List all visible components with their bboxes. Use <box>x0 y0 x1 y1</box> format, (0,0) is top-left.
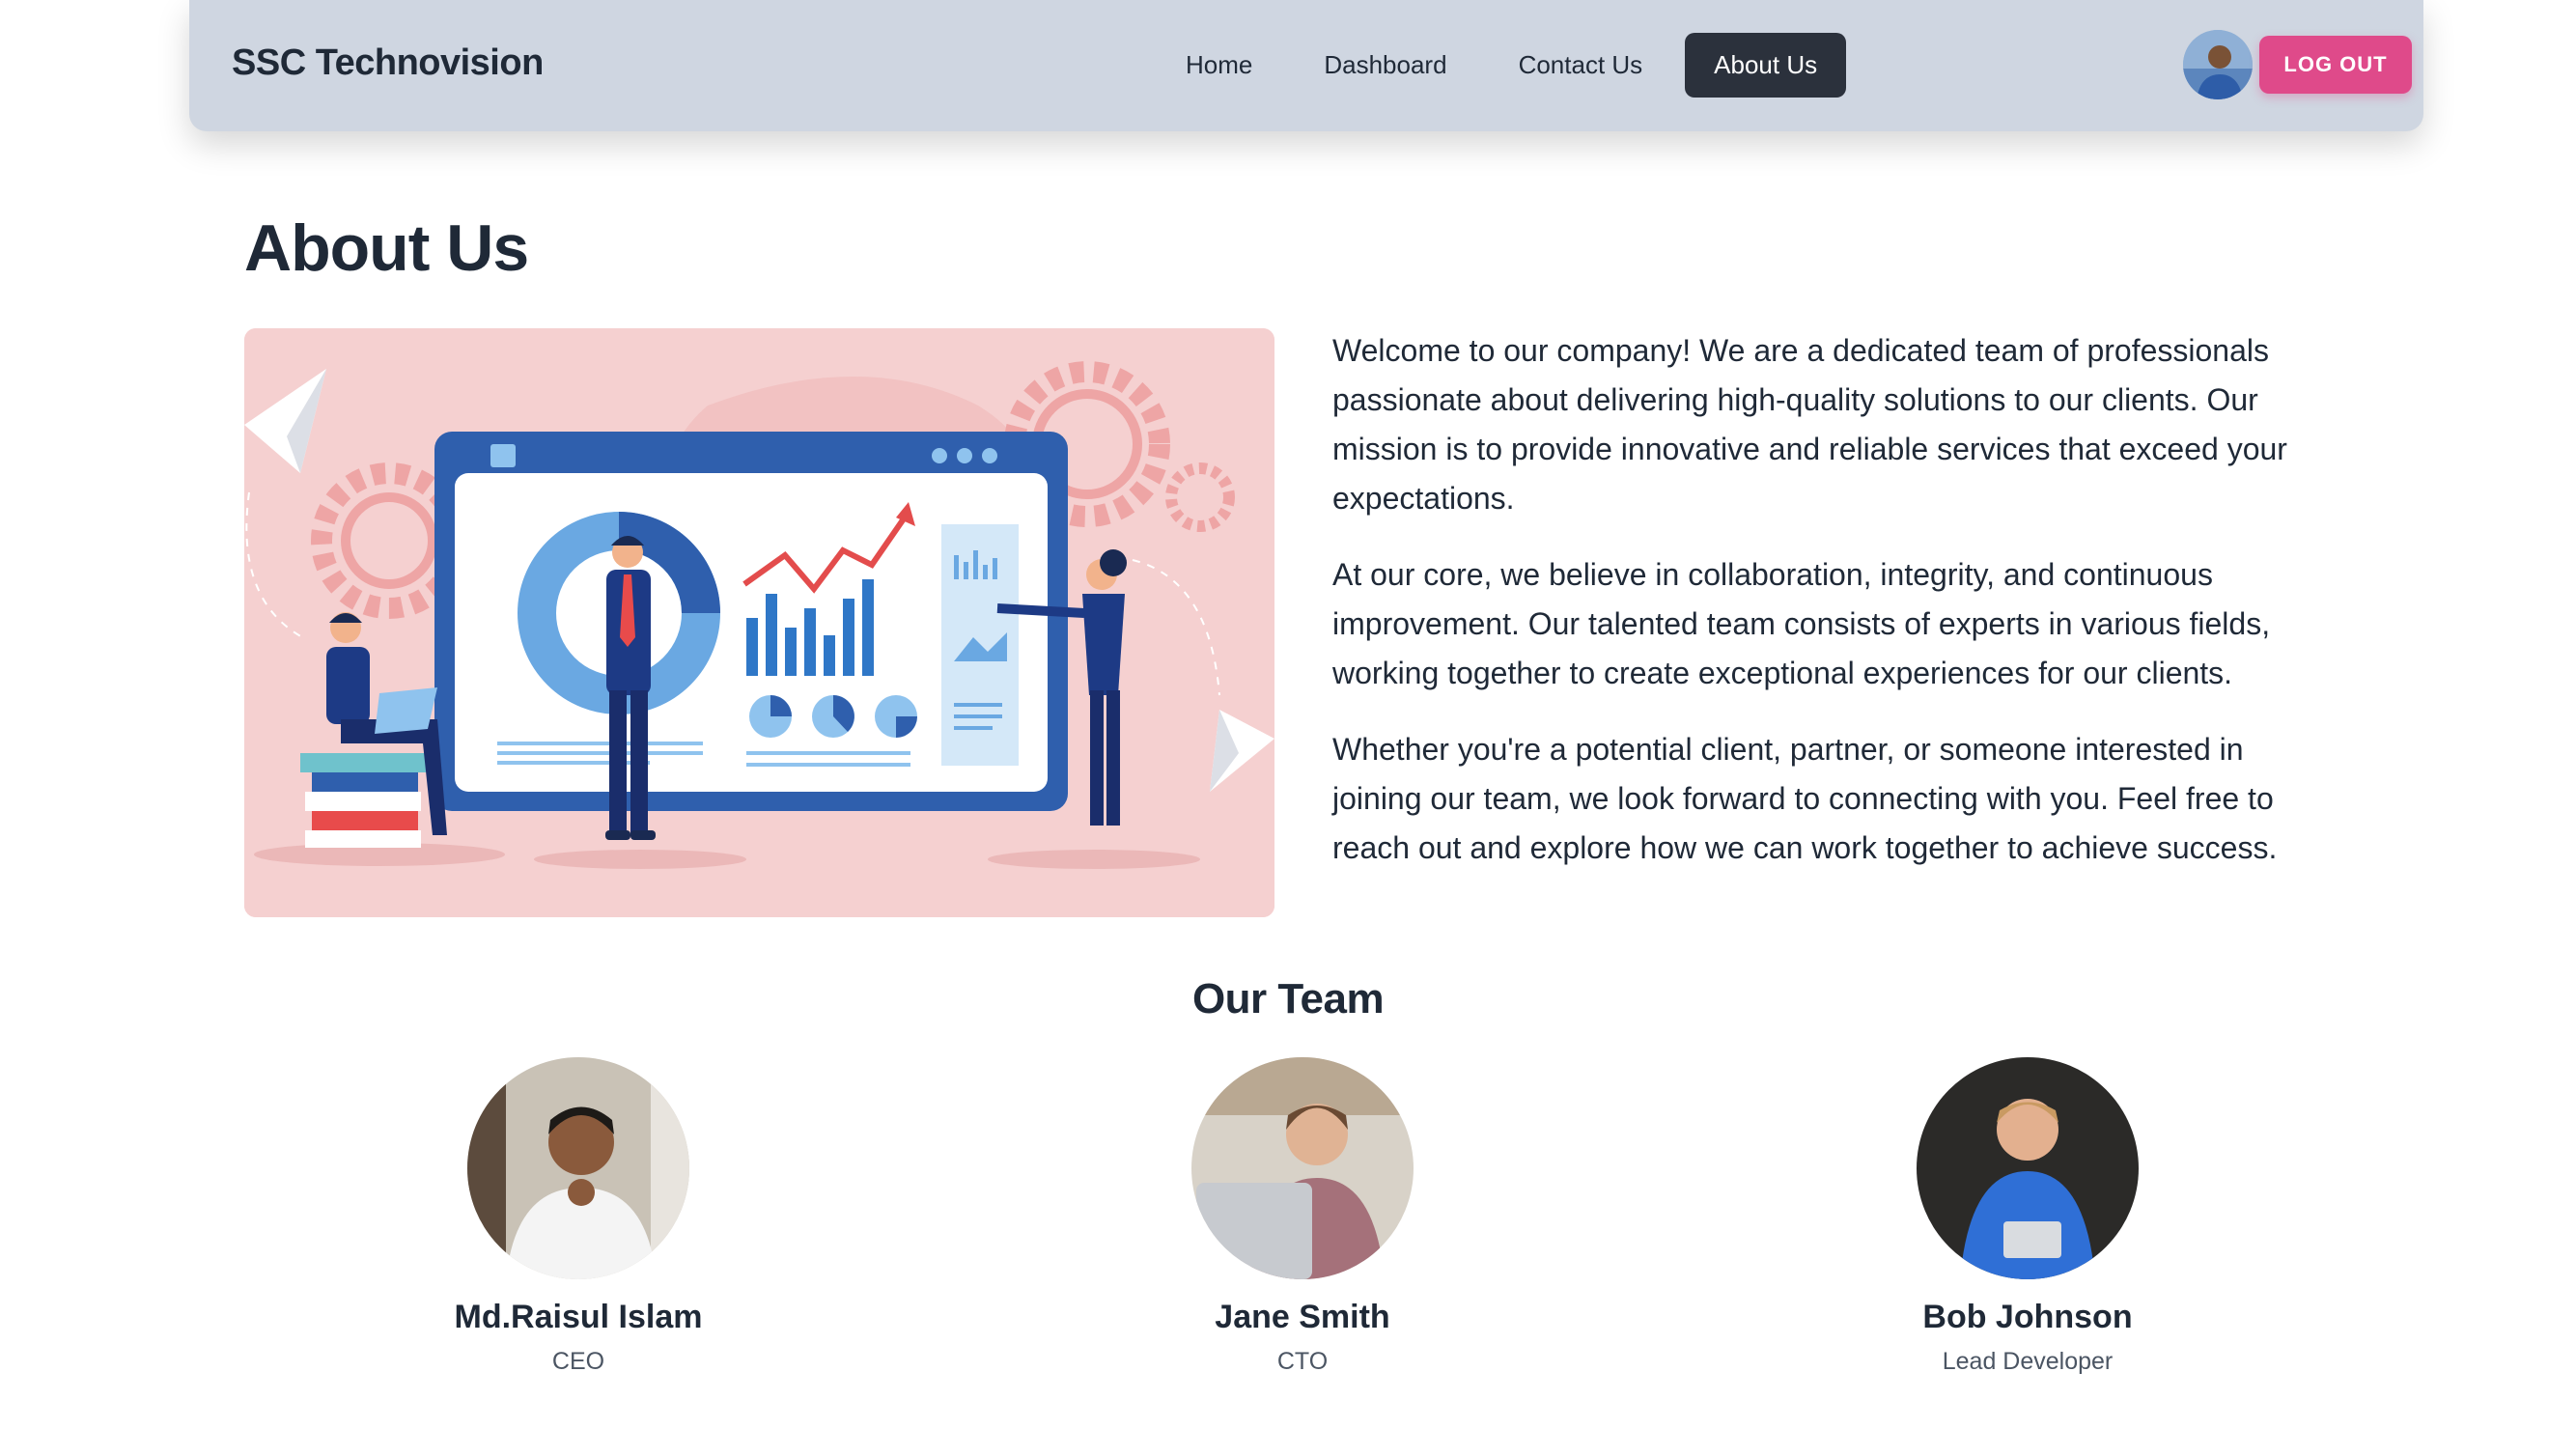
team-section-title: Our Team <box>1191 975 1385 1022</box>
nav-dashboard[interactable]: Dashboard <box>1295 33 1475 98</box>
brand-logo-text[interactable]: SSC Technovision <box>232 42 544 84</box>
about-paragraph-2: At our core, we believe in collaboration… <box>1332 557 2271 690</box>
user-avatar[interactable] <box>2183 30 2253 99</box>
team-member-card: Bob Johnson Lead Developer <box>1786 1057 2269 1376</box>
team-member-role: Lead Developer <box>1942 1348 2114 1375</box>
nav-about-us[interactable]: About Us <box>1685 33 1847 98</box>
nav-home[interactable]: Home <box>1157 33 1281 98</box>
team-member-role: CTO <box>1276 1348 1329 1375</box>
team-member-photo <box>1191 1057 1414 1279</box>
team-member-role: CEO <box>551 1348 605 1375</box>
about-description: Welcome to our company! We are a dedicat… <box>1332 326 2337 900</box>
about-paragraph-3: Whether you're a potential client, partn… <box>1332 732 2278 865</box>
team-member-card: Md.Raisul Islam CEO <box>337 1057 820 1376</box>
team-member-name: Md.Raisul Islam <box>454 1299 703 1335</box>
team-member-name: Jane Smith <box>1215 1299 1390 1335</box>
team-member-photo <box>1917 1057 2139 1279</box>
page-title: About Us <box>244 211 529 285</box>
nav-links: Home Dashboard Contact Us About Us <box>1157 33 1860 98</box>
team-member-photo <box>467 1057 689 1279</box>
team-member-name: Bob Johnson <box>1922 1299 2133 1335</box>
top-navbar: SSC Technovision Home Dashboard Contact … <box>189 0 2423 131</box>
about-paragraph-1: Welcome to our company! We are a dedicat… <box>1332 333 2287 516</box>
about-illustration <box>244 328 1274 917</box>
team-member-card: Jane Smith CTO <box>1061 1057 1544 1376</box>
nav-contact-us[interactable]: Contact Us <box>1490 33 1672 98</box>
logout-button[interactable]: LOG OUT <box>2259 36 2412 94</box>
